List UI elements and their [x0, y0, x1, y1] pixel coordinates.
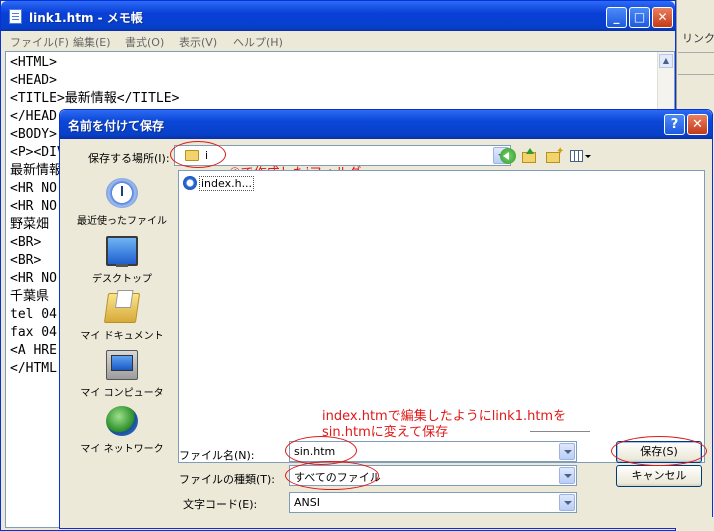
text-line: <BR>: [10, 235, 42, 250]
my-network-icon: [106, 406, 138, 436]
cancel-button[interactable]: キャンセル: [616, 465, 702, 487]
background-link-menu[interactable]: リンク: [682, 30, 714, 46]
new-folder-icon[interactable]: ✦: [546, 146, 565, 164]
notepad-title: link1.htm - メモ帳: [29, 11, 143, 25]
notepad-menubar: ファイル(F) 編集(E) 書式(O) 表示(V) ヘルプ(H): [1, 31, 675, 50]
minimize-button[interactable]: _: [606, 7, 627, 28]
text-line: </HTML: [10, 361, 57, 376]
background-divider: [678, 52, 714, 53]
annotation-circle-filetype: [285, 461, 379, 490]
text-line: 最新情報: [10, 163, 63, 178]
file-name: index.h...: [199, 176, 255, 191]
place-label: デスクトップ: [92, 274, 152, 285]
encoding-value: ANSI: [294, 496, 320, 509]
background-corner: [676, 517, 714, 531]
place-label: 最近使ったファイル: [77, 216, 167, 227]
file-item[interactable]: index.h...: [183, 176, 255, 192]
text-line: <BR>: [10, 253, 42, 268]
text-line: 千葉県: [10, 289, 50, 304]
annotation-save-note-line2: sin.htmに変えて保存: [322, 425, 449, 440]
encoding-dropdown[interactable]: ANSI: [289, 492, 577, 513]
save-in-label: 保存する場所(I):: [88, 152, 170, 165]
save-as-dialog: 名前を付けて保存 ? ✕ 保存する場所(I): i ✦ ④で作成したiフォルダ …: [59, 109, 713, 529]
help-button[interactable]: ?: [664, 114, 685, 135]
dialog-close-button[interactable]: ✕: [687, 114, 708, 135]
menu-edit[interactable]: 編集(E): [73, 34, 111, 50]
place-label: マイ ネットワーク: [80, 444, 164, 455]
views-menu-icon[interactable]: [570, 148, 591, 164]
back-icon[interactable]: [500, 148, 516, 164]
filetype-label: ファイルの種類(T):: [179, 473, 276, 486]
dialog-titlebar[interactable]: 名前を付けて保存 ? ✕: [60, 110, 712, 139]
maximize-button[interactable]: □: [629, 7, 650, 28]
annotation-circle-folder: [170, 141, 226, 168]
text-line: <BODY>: [10, 127, 57, 142]
text-line: <HR NO: [10, 181, 57, 196]
sparkle-shape: ✦: [556, 146, 565, 157]
place-my-computer[interactable]: マイ コンピュータ: [73, 350, 171, 406]
text-line: <HR NO: [10, 199, 57, 214]
place-label: マイ コンピュータ: [80, 388, 164, 399]
notepad-icon: [9, 9, 22, 24]
menu-file[interactable]: ファイル(F): [10, 34, 69, 50]
place-label: マイ ドキュメント: [80, 331, 164, 342]
text-line: <HEAD>: [10, 73, 57, 88]
chevron-down-icon: [585, 155, 591, 158]
place-my-network[interactable]: マイ ネットワーク: [73, 406, 171, 462]
views-grid-shape: [570, 150, 583, 162]
up-folder-icon[interactable]: [522, 148, 540, 164]
text-line: fax 04: [10, 325, 57, 340]
menu-format[interactable]: 書式(O): [125, 34, 164, 50]
place-recent[interactable]: 最近使ったファイル: [73, 178, 171, 234]
my-documents-icon: [103, 293, 141, 323]
place-desktop[interactable]: デスクトップ: [73, 236, 171, 292]
menu-help[interactable]: ヘルプ(H): [233, 34, 283, 50]
place-my-documents[interactable]: マイ ドキュメント: [73, 293, 171, 349]
up-arrow-shape: [526, 148, 534, 154]
chevron-down-icon[interactable]: [559, 494, 575, 511]
text-line: </HEAD: [10, 109, 57, 124]
background-divider: [678, 74, 714, 75]
encoding-label: 文字コード(E):: [183, 498, 258, 511]
chevron-down-icon[interactable]: [559, 467, 575, 484]
text-line: tel 04: [10, 307, 57, 322]
annotation-circle-save: [611, 436, 707, 466]
filename-label: ファイル名(N):: [179, 449, 255, 462]
chevron-down-icon[interactable]: [559, 443, 575, 460]
scroll-up-button[interactable]: ▲: [659, 54, 673, 68]
desktop-icon: [106, 236, 138, 267]
places-bar: 最近使ったファイル デスクトップ マイ ドキュメント マイ コンピュータ マイ …: [73, 168, 171, 458]
annotation-divider: [530, 431, 590, 432]
text-line: <A HRE: [10, 343, 57, 358]
my-computer-icon: [106, 350, 138, 380]
text-line: 野菜畑: [10, 217, 50, 232]
dialog-title: 名前を付けて保存: [68, 119, 165, 133]
text-line: <P><DIV: [10, 145, 65, 160]
html-file-icon: [183, 176, 197, 190]
text-line: <HTML>: [10, 55, 57, 70]
close-button[interactable]: ✕: [652, 7, 673, 28]
notepad-titlebar[interactable]: link1.htm - メモ帳 _ □ ✕: [1, 1, 675, 31]
menu-view[interactable]: 表示(V): [179, 34, 217, 50]
text-line: <TITLE>最新情報</TITLE>: [10, 91, 180, 106]
recent-icon: [106, 178, 138, 208]
text-line: <HR NO: [10, 271, 57, 286]
